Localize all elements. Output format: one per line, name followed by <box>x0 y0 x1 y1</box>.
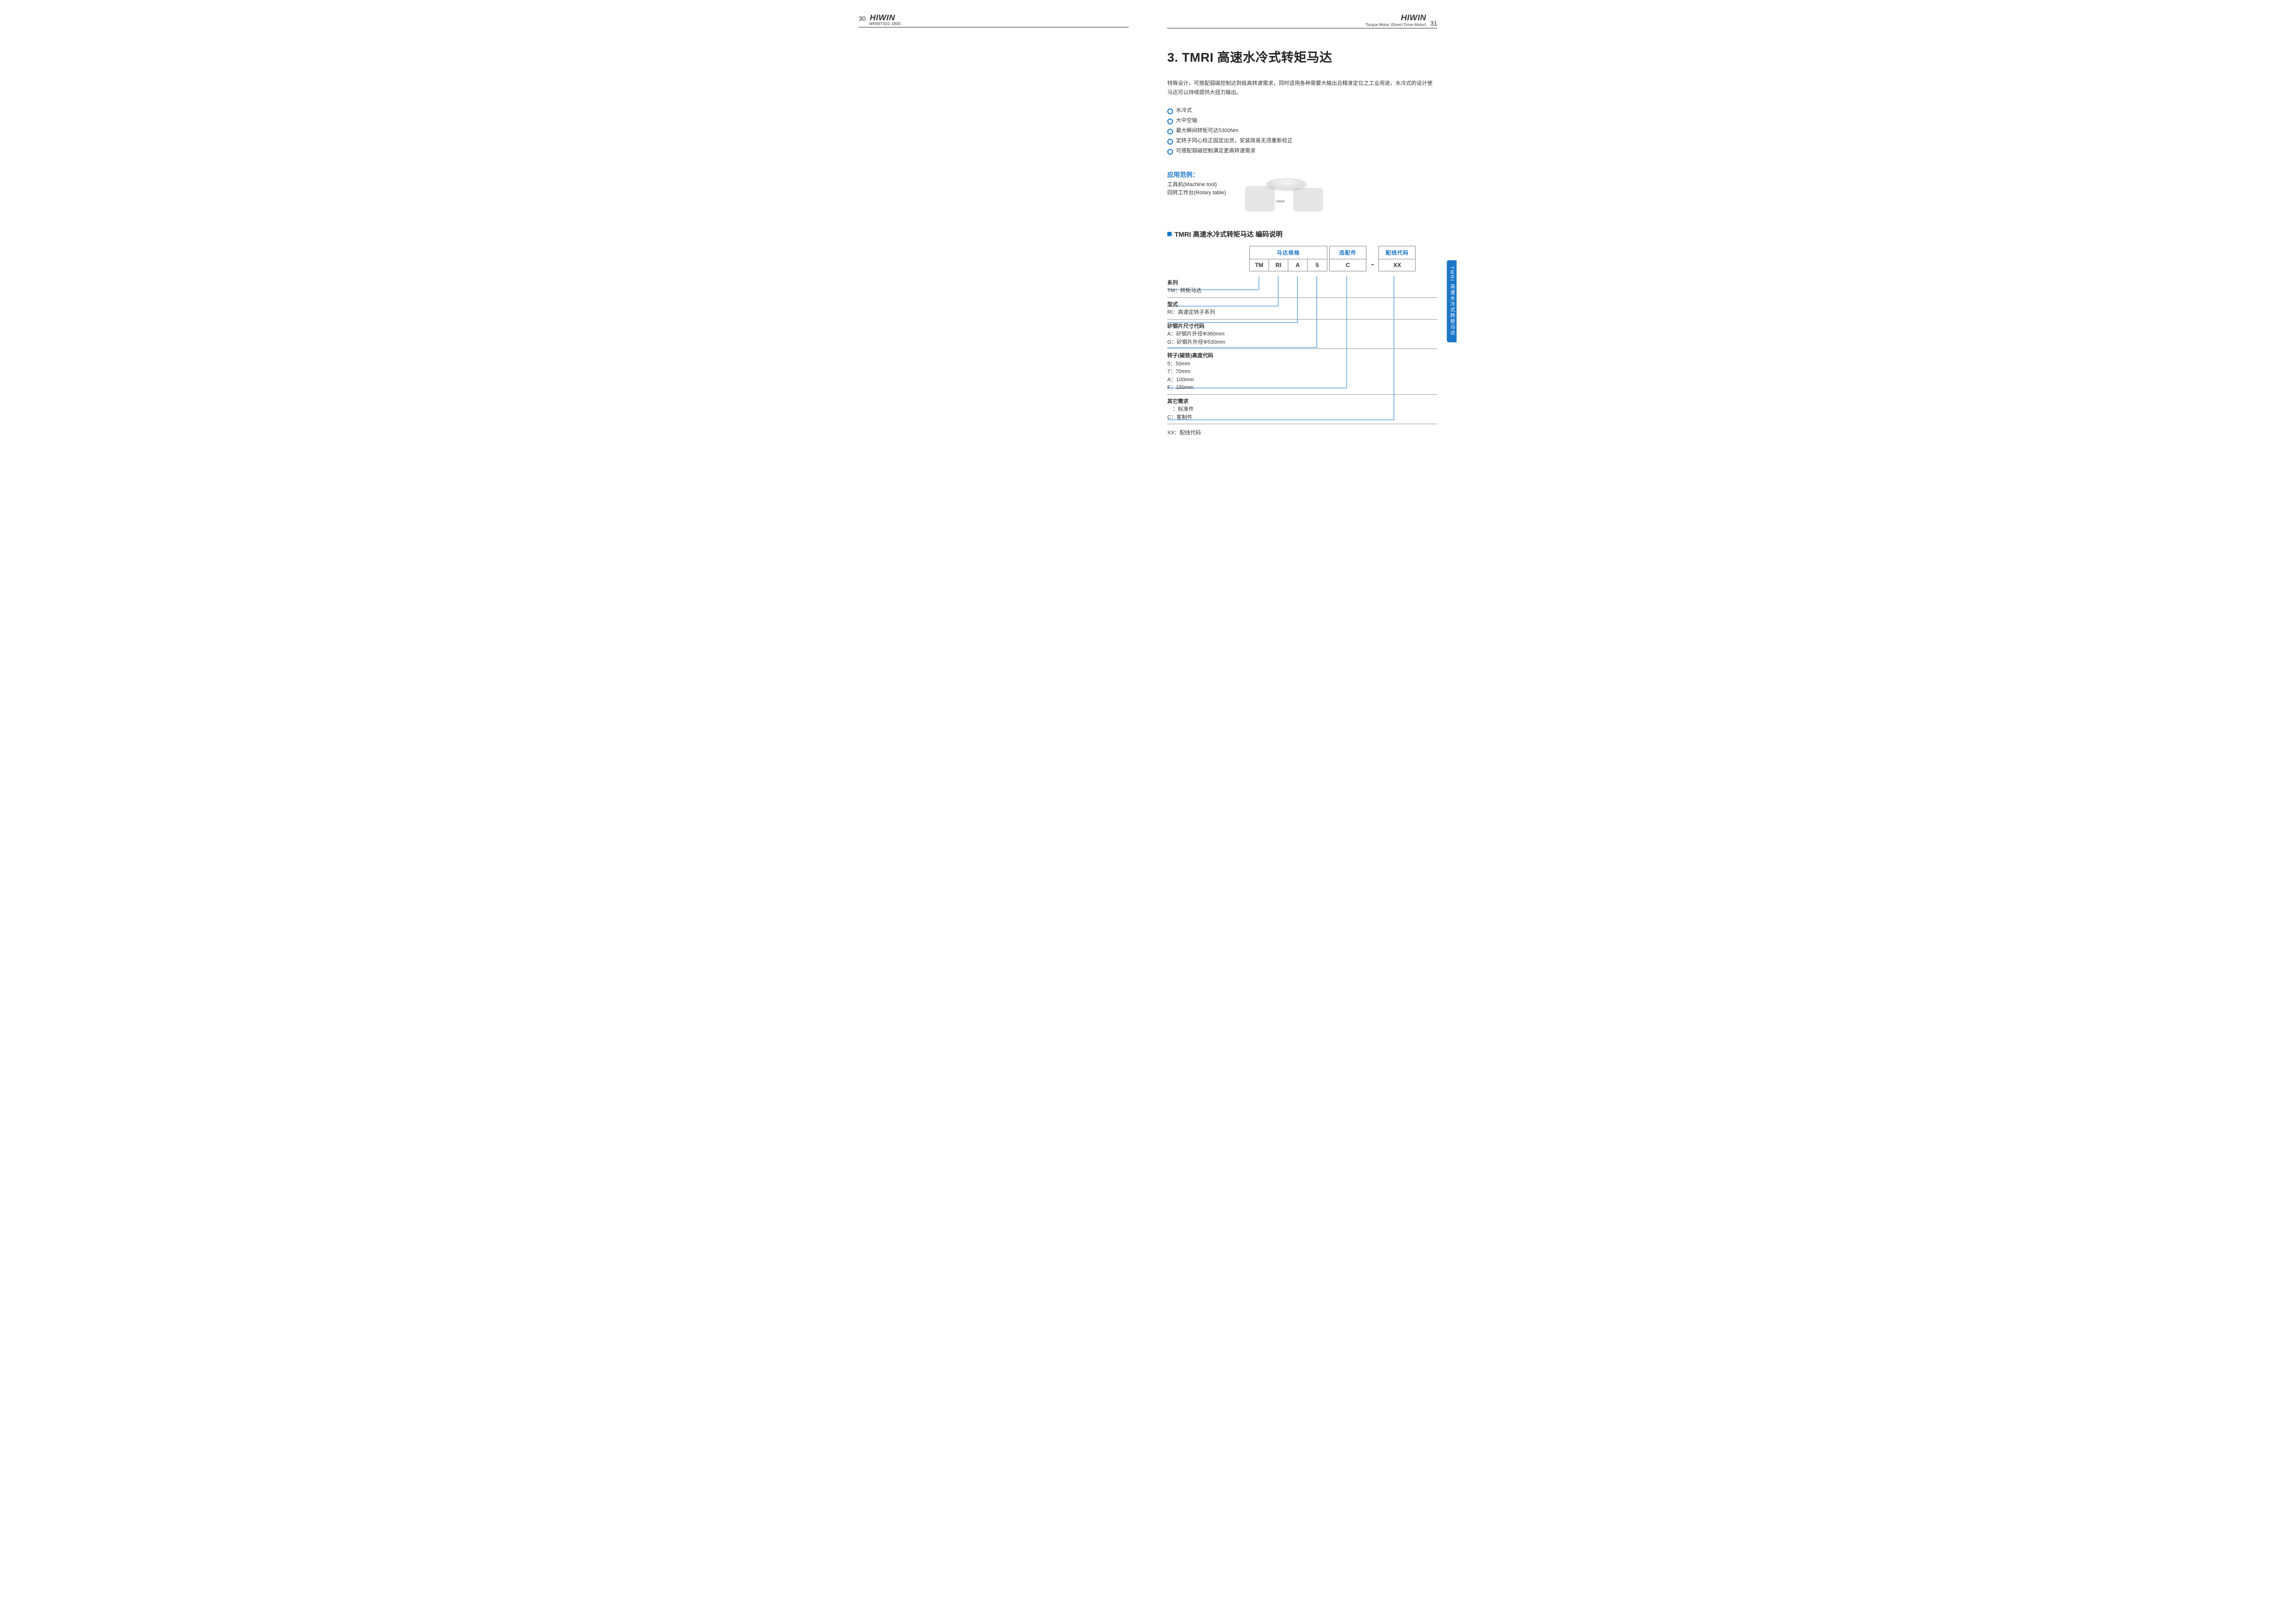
brand-logo-right: HIWIN <box>1401 13 1427 22</box>
application-line: 工具机(Machine tool) <box>1167 181 1226 189</box>
doc-number: MR99TS01-1800 <box>869 22 1129 26</box>
list-item: 水冷式 <box>1167 106 1437 116</box>
list-item: 大中空轴 <box>1167 116 1437 126</box>
code-cell-size: A <box>1288 259 1308 271</box>
square-bullet-icon <box>1167 232 1172 236</box>
feature-list: 水冷式 大中空轴 最大瞬间转矩可达5300Nm 定转子同心校正固定出货，安装简易… <box>1167 106 1437 156</box>
illustration-logo: HIWIN <box>1276 201 1285 203</box>
code-cell-ri: RI <box>1269 259 1288 271</box>
code-cell-tm: TM <box>1250 259 1269 271</box>
left-page-header: 30 HIWIN MR99TS01-1800 <box>859 13 1129 27</box>
coding-subheading: TMRI 高速水冷式转矩马达 编码说明 <box>1167 229 1437 239</box>
code-cell-height: 5 <box>1308 259 1327 271</box>
group-head-option: 选配件 <box>1330 246 1366 259</box>
coding-legend: 系列 TM：转矩马达 型式 RI：高速定转子系列 矽钢片尺寸代码 A：矽钢片外径… <box>1167 276 1437 440</box>
side-tab: TMRI 高速水冷式转矩马达 <box>1447 260 1457 342</box>
section-title: 3. TMRI 高速水冷式转矩马达 <box>1167 48 1437 66</box>
legend-block: 转子(磁铁)高度代码 5：50mm 7：70mm A：100mm F：150mm <box>1167 349 1437 395</box>
legend-block: XX：配线代码 <box>1167 424 1437 440</box>
list-item: 最大瞬间转矩可达5300Nm <box>1167 126 1437 136</box>
brand-logo-left: HIWIN <box>870 13 895 22</box>
code-dash: - <box>1368 260 1377 271</box>
product-illustration: HIWIN <box>1241 170 1327 213</box>
header-subtitle: Torque Motor (Direct Drive Motor) <box>1365 23 1426 27</box>
group-head-motor: 马达规格 <box>1250 246 1327 259</box>
intro-paragraph: 特殊设计，可搭配弱磁控制达到极高转速需求，同时适用各种需要大输出且精准定位之工业… <box>1167 79 1437 97</box>
right-page-header: HIWIN Torque Motor (Direct Drive Motor) … <box>1167 13 1437 28</box>
list-item: 定转子同心校正固定出货，安装简易无须重新校正 <box>1167 136 1437 146</box>
code-cell-option: C <box>1330 259 1366 271</box>
group-head-wiring: 配线代码 <box>1379 246 1415 259</box>
list-item: 可搭配弱磁控制满足更高转速需求 <box>1167 146 1437 156</box>
left-page-number: 30 <box>859 15 865 22</box>
code-cell-wiring: XX <box>1379 259 1415 271</box>
application-line: 回转工作台(Rotary table) <box>1167 189 1226 198</box>
legend-block: 矽钢片尺寸代码 A：矽钢片外径Φ360mm G：矽钢片外径Φ530mm <box>1167 320 1437 349</box>
application-heading: 应用范例： <box>1167 170 1226 179</box>
right-page-number: 31 <box>1431 20 1437 27</box>
legend-block: 系列 TM：转矩马达 <box>1167 276 1437 298</box>
coding-table: 马达规格 TM RI A 5 选配件 C - 配线代码 <box>1249 246 1437 271</box>
legend-block: 其它需求 ：标准件 C：客制件 <box>1167 395 1437 425</box>
legend-block: 型式 RI：高速定转子系列 <box>1167 298 1437 320</box>
